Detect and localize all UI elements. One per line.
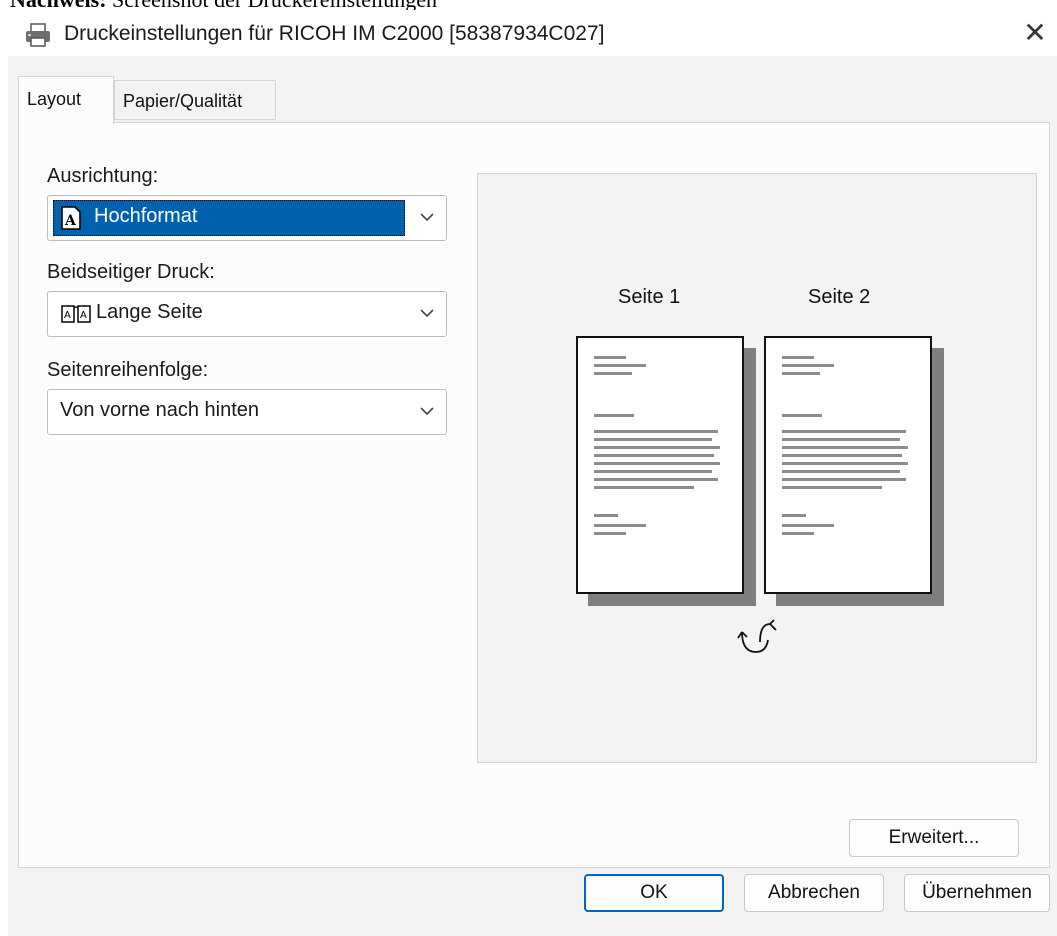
window-title: Druckeinstellungen für RICOH IM C2000 [5…: [64, 22, 605, 45]
apply-button[interactable]: Übernehmen: [904, 874, 1050, 912]
close-button[interactable]: ✕: [1018, 16, 1052, 50]
chevron-down-icon: [420, 309, 434, 318]
svg-text:A: A: [64, 213, 77, 229]
layout-panel: Ausrichtung: A Hochformat Beidseitiger D…: [18, 122, 1050, 868]
flip-long-edge-icon: [737, 619, 777, 653]
page2-thumbnail: [764, 336, 932, 594]
page-order-value: Von vorne nach hinten: [60, 399, 260, 421]
long-edge-book-icon: A A: [61, 305, 91, 323]
chevron-down-icon: [420, 213, 434, 222]
orientation-value: Hochformat: [94, 205, 198, 227]
page-order-label: Seitenreihenfolge:: [47, 359, 209, 381]
duplex-combobox[interactable]: A A Lange Seite: [47, 291, 447, 337]
tab-layout[interactable]: Layout: [18, 76, 114, 124]
duplex-label: Beidseitiger Druck:: [47, 261, 215, 283]
advanced-button[interactable]: Erweitert...: [849, 819, 1019, 857]
cancel-button[interactable]: Abbrechen: [744, 874, 884, 912]
duplex-value: Lange Seite: [96, 301, 203, 323]
page1-label: Seite 1: [618, 286, 681, 308]
page1-thumbnail: [576, 336, 744, 594]
chevron-down-icon: [420, 407, 434, 416]
title-bar: Druckeinstellungen für RICOH IM C2000 [5…: [8, 10, 1057, 56]
orientation-label: Ausrichtung:: [47, 165, 159, 187]
printer-icon: [26, 23, 50, 47]
svg-text:A: A: [80, 310, 87, 321]
page2-label: Seite 2: [808, 286, 871, 308]
page-order-combobox[interactable]: Von vorne nach hinten: [47, 389, 447, 435]
duplex-preview-area: Seite 1 Seite 2: [477, 173, 1037, 763]
portrait-page-icon: A: [61, 206, 81, 230]
orientation-combobox[interactable]: A Hochformat: [47, 195, 447, 241]
svg-text:A: A: [64, 310, 71, 321]
tab-paper-quality[interactable]: Papier/Qualität: [114, 80, 276, 120]
ok-button[interactable]: OK: [584, 874, 724, 912]
print-preferences-dialog: Druckeinstellungen für RICOH IM C2000 [5…: [8, 10, 1057, 936]
